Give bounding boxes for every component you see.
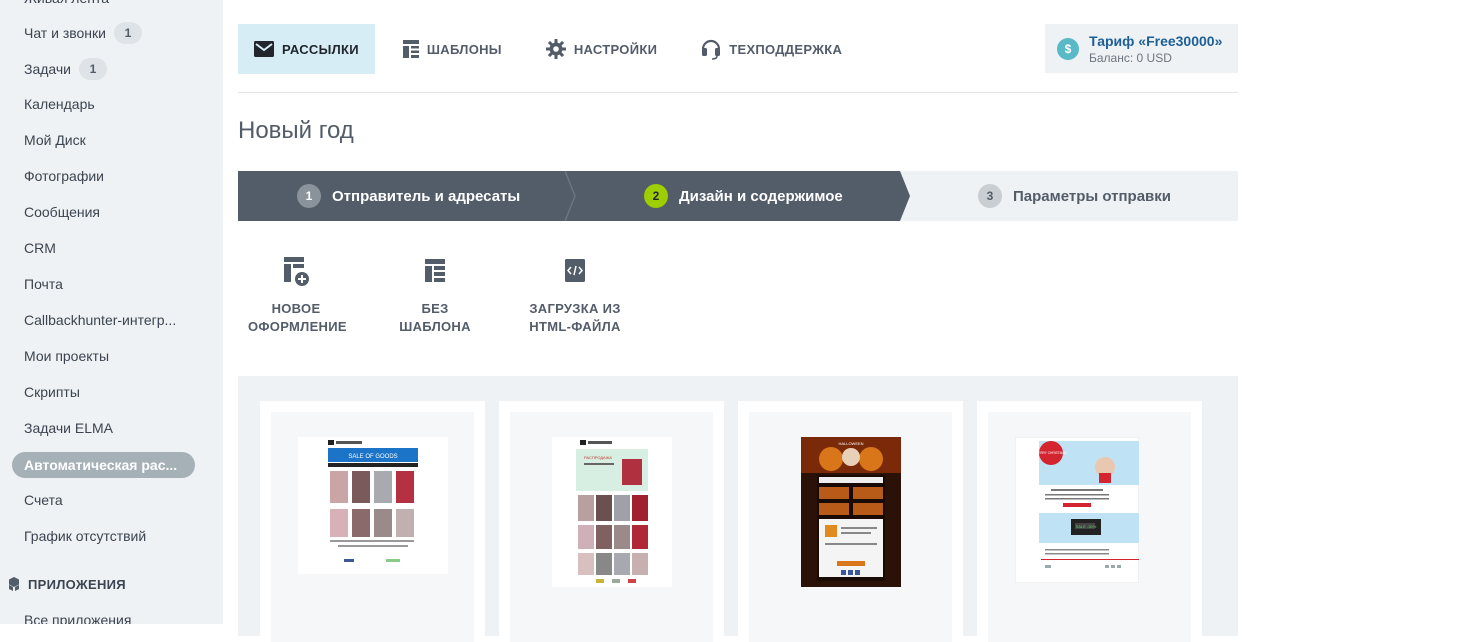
left-sidebar: Живая лента Чат и звонки 1 Задачи 1 Кале…	[0, 0, 223, 624]
sidebar-item-label: Автоматическая рас...	[24, 457, 178, 473]
dollar-icon: $	[1057, 37, 1079, 60]
template-card[interactable]: HALLOWEEN	[738, 401, 963, 642]
sidebar-item-label: Фотографии	[24, 168, 105, 184]
template-icon	[402, 40, 419, 58]
tab-settings[interactable]: НАСТРОЙКИ	[530, 24, 673, 74]
sidebar-item-label: CRM	[24, 240, 56, 256]
sidebar-item-label: Мои проекты	[24, 348, 110, 364]
sidebar-item-auto-mailing-active[interactable]: Автоматическая рас...	[12, 452, 195, 478]
sidebar-item-label: Скрипты	[24, 384, 80, 400]
cubes-icon	[9, 577, 19, 591]
template-card[interactable]: MERRY CHRISTMAS SALE -30%	[977, 401, 1202, 642]
sidebar-item-label: Callbackhunter-интегр...	[24, 312, 177, 328]
step-design-content[interactable]: 2 Дизайн и содержимое	[644, 171, 843, 221]
option-label-line2: HTML-ФАЙЛА	[529, 319, 621, 334]
header-divider	[238, 92, 1238, 93]
template-card[interactable]: SALE OF GOODS	[260, 401, 485, 642]
template-preview-area: SALE OF GOODS	[271, 412, 474, 642]
template-preview-area: РАСПРОДАЖА	[510, 412, 713, 642]
option-label-line2: ШАБЛОНА	[399, 319, 471, 334]
template-thumbnail-christmas: MERRY CHRISTMAS SALE -30%	[1015, 437, 1139, 583]
step-label: Дизайн и содержимое	[679, 187, 843, 205]
sidebar-item-calendar[interactable]: Календарь	[24, 96, 95, 112]
step-label: Параметры отправки	[1013, 187, 1172, 205]
step-send-params[interactable]: 3 Параметры отправки	[978, 171, 1171, 221]
step-label: Отправитель и адресаты	[332, 187, 521, 205]
page-title: Новый год	[238, 117, 354, 144]
template-card[interactable]: РАСПРОДАЖА	[499, 401, 724, 642]
sidebar-item-disk[interactable]: Мой Диск	[24, 132, 86, 148]
tab-label: ТЕХПОДДЕРЖКА	[729, 41, 843, 57]
sidebar-item-scripts[interactable]: Скрипты	[24, 384, 80, 400]
option-html-upload[interactable]: ЗАГРУЗКА ИЗ HTML-ФАЙЛА	[525, 256, 625, 336]
option-label-line1: ЗАГРУЗКА ИЗ	[529, 301, 621, 316]
chat-counter-badge: 1	[113, 22, 142, 44]
tariff-box[interactable]: $ Тариф «Free30000» Баланс: 0 USD	[1045, 24, 1238, 73]
template-thumbnail-halloween: HALLOWEEN	[801, 437, 901, 587]
banner-text: РАСПРОДАЖА	[584, 455, 612, 460]
sidebar-item-label: Почта	[24, 276, 63, 292]
tab-support[interactable]: ТЕХПОДДЕРЖКА	[685, 24, 858, 74]
template-preview-area: HALLOWEEN	[749, 412, 952, 642]
balance-text: Баланс: 0 USD	[1089, 50, 1172, 65]
sidebar-item-invoices[interactable]: Счета	[24, 492, 63, 508]
new-design-icon	[284, 257, 309, 286]
sidebar-item-callbackhunter[interactable]: Callbackhunter-интегр...	[24, 312, 176, 328]
no-template-icon	[425, 259, 445, 282]
banner-text: SALE OF GOODS	[348, 454, 397, 460]
option-label-line1: НОВОЕ	[271, 301, 321, 316]
sidebar-item-label: График отсутствий	[24, 528, 147, 544]
option-label-line2: ОФОРМЛЕНИЕ	[248, 319, 347, 334]
html-code-icon	[565, 259, 585, 282]
tab-mailings[interactable]: РАССЫЛКИ	[238, 24, 375, 74]
sidebar-section-apps[interactable]: ПРИЛОЖЕНИЯ	[6, 576, 126, 592]
sidebar-item-label: Все приложения	[24, 612, 132, 624]
banner-text: HALLOWEEN	[838, 441, 863, 446]
tab-label: ШАБЛОНЫ	[426, 41, 502, 57]
sidebar-item-label: Счета	[24, 492, 63, 508]
top-tab-bar: РАССЫЛКИ ШАБЛОНЫ НАСТРОЙКИ ТЕХПОДДЕРЖКА	[238, 24, 870, 74]
step-number-badge: 3	[978, 184, 1002, 208]
tasks-counter-badge: 1	[79, 58, 108, 80]
tab-label: НАСТРОЙКИ	[573, 41, 658, 57]
step-number-badge: 2	[644, 184, 668, 208]
sidebar-item-label: Календарь	[24, 96, 95, 112]
sidebar-item-label: Задачи	[24, 61, 72, 77]
tab-templates[interactable]: ШАБЛОНЫ	[387, 24, 518, 74]
sidebar-item-mail[interactable]: Почта	[24, 276, 63, 292]
template-thumbnail-sale: SALE OF GOODS	[298, 437, 448, 574]
tariff-link[interactable]: Тариф «Free30000»	[1089, 33, 1222, 49]
sidebar-item-projects[interactable]: Мои проекты	[24, 348, 109, 364]
headset-icon	[702, 39, 721, 60]
option-no-template[interactable]: БЕЗ ШАБЛОНА	[393, 256, 477, 336]
option-label-line1: БЕЗ	[421, 301, 449, 316]
envelope-icon	[254, 41, 274, 57]
template-gallery: SALE OF GOODS РАСПРОДАЖА HALLOWEEN MERRY…	[238, 376, 1238, 642]
sidebar-item-photos[interactable]: Фотографии	[24, 168, 104, 184]
sidebar-section-label: ПРИЛОЖЕНИЯ	[28, 576, 126, 592]
sidebar-item-label: Мой Диск	[24, 132, 86, 148]
sidebar-item-elma-tasks[interactable]: Задачи ELMA	[24, 420, 113, 436]
template-preview-area: MERRY CHRISTMAS SALE -30%	[988, 412, 1191, 642]
sale-text: SALE -30%	[1076, 524, 1097, 529]
sidebar-item-crm[interactable]: CRM	[24, 240, 56, 256]
sidebar-item-tasks[interactable]: Задачи 1	[24, 58, 108, 80]
sidebar-item-messages[interactable]: Сообщения	[24, 204, 100, 220]
template-thumbnail-sale-ru: РАСПРОДАЖА	[552, 437, 672, 587]
tab-label: РАССЫЛКИ	[282, 41, 359, 57]
sidebar-item-label: Чат и звонки	[24, 25, 106, 41]
banner-text: MERRY CHRISTMAS	[1035, 451, 1066, 455]
option-new-design[interactable]: НОВОЕ ОФОРМЛЕНИЕ	[248, 256, 347, 336]
sidebar-item-all-apps[interactable]: Все приложения	[24, 612, 131, 624]
step-number-badge: 1	[297, 184, 321, 208]
wizard-steps: 1 Отправитель и адресаты 2 Дизайн и соде…	[238, 171, 1238, 221]
gear-icon	[545, 39, 566, 59]
sidebar-item-partial[interactable]: Живая лента	[24, 0, 109, 6]
sidebar-item-label: Задачи ELMA	[24, 420, 114, 436]
step-sender-recipients[interactable]: 1 Отправитель и адресаты	[297, 171, 520, 221]
sidebar-item-label: Сообщения	[24, 204, 100, 220]
sidebar-item-absence-chart[interactable]: График отсутствий	[24, 528, 146, 544]
sidebar-item-chat[interactable]: Чат и звонки 1	[24, 22, 142, 44]
